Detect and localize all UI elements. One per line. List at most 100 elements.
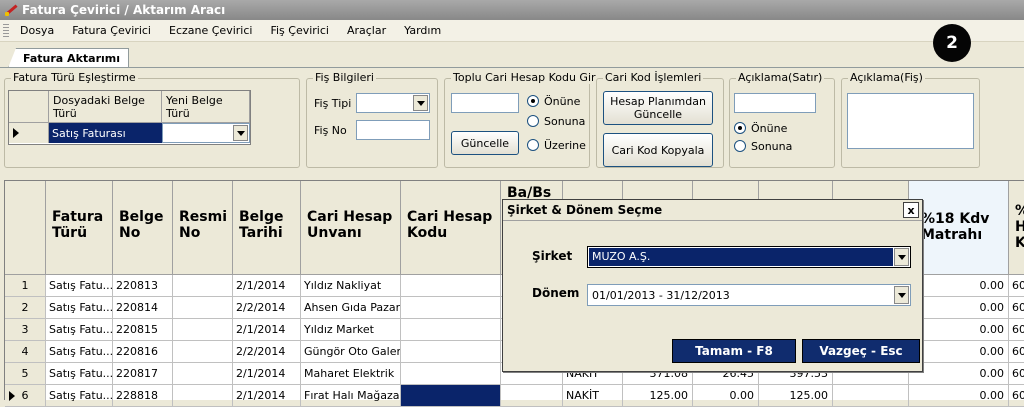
- radio-onune[interactable]: [527, 95, 539, 107]
- cell-fatura-turu[interactable]: Satış Fatu...: [46, 297, 113, 319]
- cell-fatura-turu[interactable]: Satış Fatu...: [46, 363, 113, 385]
- cell-fatura-turu[interactable]: Satış Fatu...: [46, 385, 113, 407]
- cell-fatura-turu[interactable]: Satış Fatu...: [46, 341, 113, 363]
- radio-uzerine[interactable]: [527, 139, 539, 151]
- col-kdv-matrahi[interactable]: %18 Kdv Matrahı: [909, 181, 1009, 275]
- cell-cari-kodu[interactable]: [401, 319, 501, 341]
- col-belge-tarihi[interactable]: Belge Tarihi: [233, 181, 301, 275]
- cell-cari-unvani[interactable]: Yıldız Market: [301, 319, 401, 341]
- radio-satir-sonuna-label: Sonuna: [751, 140, 793, 153]
- menu-araclar[interactable]: Araçlar: [338, 24, 395, 37]
- cell-belge-no[interactable]: 220814: [113, 297, 173, 319]
- menu-dosya[interactable]: Dosya: [11, 24, 63, 37]
- menu-fatura-cevirici[interactable]: Fatura Çevirici: [63, 24, 160, 37]
- cell-resmi-no[interactable]: [173, 363, 233, 385]
- chevron-down-icon[interactable]: [233, 125, 248, 141]
- tamam-button[interactable]: Tamam - F8: [672, 339, 796, 363]
- col-resmi-no[interactable]: Resmi No: [173, 181, 233, 275]
- fis-no-input[interactable]: [356, 120, 430, 140]
- cell-belge-tarihi[interactable]: 2/1/2014: [233, 385, 301, 407]
- group-fatura-turu-title: Fatura Türü Eşleştirme: [11, 71, 138, 84]
- cell-belge-tarihi[interactable]: 2/1/2014: [233, 363, 301, 385]
- cell-toplam[interactable]: 125.00: [759, 385, 833, 407]
- col-h-k[interactable]: % H K: [1009, 181, 1024, 275]
- radio-sonuna[interactable]: [527, 115, 539, 127]
- cell-belge-tarihi[interactable]: 2/2/2014: [233, 297, 301, 319]
- cell-cari-unvani[interactable]: Fırat Halı Mağazası: [301, 385, 401, 407]
- cell-cari-kodu[interactable]: [401, 297, 501, 319]
- hesap-planindan-guncelle-button[interactable]: Hesap Planımdan Güncelle: [603, 91, 713, 125]
- cell-fatura-turu[interactable]: Satış Fatu...: [46, 319, 113, 341]
- cell-belge-tarihi[interactable]: 2/2/2014: [233, 341, 301, 363]
- cell-cari-unvani[interactable]: Güngör Oto Galeri: [301, 341, 401, 363]
- cell-cari-kodu[interactable]: [401, 363, 501, 385]
- cell-h-k[interactable]: 600: [1009, 363, 1024, 385]
- cell-resmi-no[interactable]: [173, 319, 233, 341]
- tab-fatura-aktarimi[interactable]: Fatura Aktarımı: [8, 48, 129, 68]
- menu-fis-cevirici[interactable]: Fiş Çevirici: [261, 24, 338, 37]
- cell-kdv[interactable]: 0.00: [693, 385, 759, 407]
- vazgec-button[interactable]: Vazgeç - Esc: [802, 339, 920, 363]
- cell-kdv-matrahi[interactable]: 0.00: [909, 275, 1009, 297]
- cell-cari-unvani[interactable]: Yıldız Nakliyat: [301, 275, 401, 297]
- cell-ba-bs[interactable]: [501, 385, 563, 407]
- chevron-down-icon[interactable]: [413, 95, 428, 111]
- cell-h-k[interactable]: 600: [1009, 297, 1024, 319]
- cell-cari-kodu[interactable]: [401, 275, 501, 297]
- cell-cari-kodu[interactable]: [401, 341, 501, 363]
- cell-kdv-matrahi[interactable]: 0.00: [909, 297, 1009, 319]
- menu-eczane-cevirici[interactable]: Eczane Çevirici: [160, 24, 261, 37]
- cell-cari-kodu[interactable]: [401, 385, 501, 407]
- window-titlebar: Fatura Çevirici / Aktarım Aracı: [0, 0, 1024, 20]
- toplu-cari-input[interactable]: [451, 93, 519, 113]
- cell-h-k[interactable]: 600: [1009, 385, 1024, 407]
- cell-resmi-no[interactable]: [173, 385, 233, 407]
- aciklama-fis-textarea[interactable]: [847, 93, 974, 149]
- cell-fatura-turu[interactable]: Satış Fatu...: [46, 275, 113, 297]
- chevron-down-icon[interactable]: [894, 248, 909, 266]
- cell-resmi-no[interactable]: [173, 297, 233, 319]
- cell-belge-tarihi[interactable]: 2/1/2014: [233, 319, 301, 341]
- donem-select[interactable]: 01/01/2013 - 31/12/2013: [587, 284, 911, 306]
- sirket-select[interactable]: MUZO A.Ş.: [587, 246, 911, 268]
- cell-cari-unvani[interactable]: Ahsen Gıda Pazarı: [301, 297, 401, 319]
- radio-sonuna-label: Sonuna: [544, 115, 586, 128]
- tab-divider: [0, 67, 1024, 68]
- row-number: 2: [5, 297, 46, 319]
- cell-resmi-no[interactable]: [173, 341, 233, 363]
- cell-odeme[interactable]: NAKİT: [563, 385, 623, 407]
- radio-satir-sonuna[interactable]: [734, 140, 746, 152]
- cell-kdv-matrahi[interactable]: 0.00: [909, 363, 1009, 385]
- cell-tutar[interactable]: 125.00: [623, 385, 693, 407]
- radio-satir-onune[interactable]: [734, 122, 746, 134]
- cell-belge-no[interactable]: 220813: [113, 275, 173, 297]
- cell-cari-unvani[interactable]: Maharet Elektrik: [301, 363, 401, 385]
- guncelle-button[interactable]: Güncelle: [451, 131, 519, 155]
- cell-belge-tarihi[interactable]: 2/1/2014: [233, 275, 301, 297]
- cell-h-k[interactable]: 600: [1009, 319, 1024, 341]
- cell-belge-no[interactable]: 220817: [113, 363, 173, 385]
- mapping-row-value[interactable]: Satış Faturası: [49, 123, 162, 143]
- col-fatura-turu[interactable]: Fatura Türü: [46, 181, 113, 275]
- aciklama-satir-input[interactable]: [734, 93, 816, 113]
- mapping-row-select[interactable]: [162, 123, 250, 143]
- cell-belge-no[interactable]: 220816: [113, 341, 173, 363]
- col-cari-unvani[interactable]: Cari Hesap Unvanı: [301, 181, 401, 275]
- cell-h-k[interactable]: 600: [1009, 275, 1024, 297]
- cell-belge-no[interactable]: 228818: [113, 385, 173, 407]
- fis-tipi-select[interactable]: [356, 93, 430, 113]
- col-cari-kodu[interactable]: Cari Hesap Kodu: [401, 181, 501, 275]
- cell-kdv-matrahi[interactable]: 0.00: [909, 385, 1009, 407]
- dialog-close-icon[interactable]: x: [903, 202, 919, 218]
- cell-kdv-matrahi[interactable]: 0.00: [909, 319, 1009, 341]
- cell-resmi-no[interactable]: [173, 275, 233, 297]
- col-belge-no[interactable]: Belge No: [113, 181, 173, 275]
- chevron-down-icon[interactable]: [894, 286, 909, 304]
- cell-kdv-matrahi[interactable]: 0.00: [909, 341, 1009, 363]
- cell-empty[interactable]: [833, 385, 909, 407]
- mapping-grid: Dosyadaki Belge Türü Yeni Belge Türü Sat…: [8, 90, 251, 145]
- menu-yardim[interactable]: Yardım: [395, 24, 450, 37]
- cell-belge-no[interactable]: 220815: [113, 319, 173, 341]
- cari-kod-kopyala-button[interactable]: Cari Kod Kopyala: [603, 133, 713, 167]
- cell-h-k[interactable]: 600: [1009, 341, 1024, 363]
